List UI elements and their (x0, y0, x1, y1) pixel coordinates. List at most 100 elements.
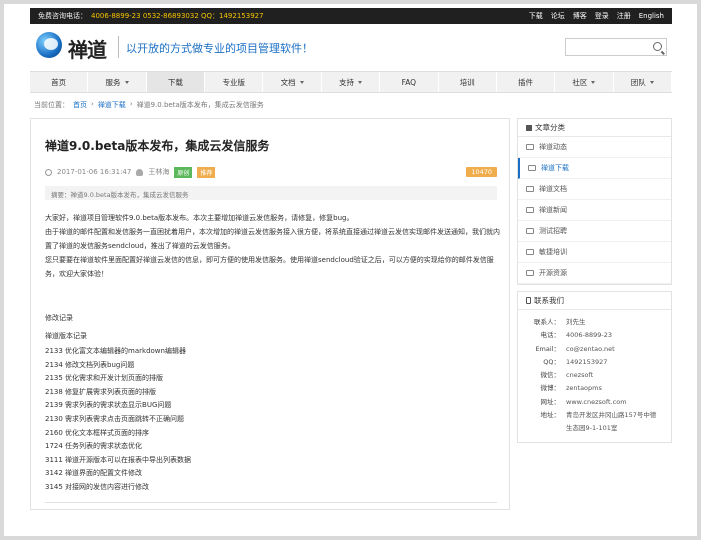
folder-icon (526, 186, 534, 192)
list-item: 1724 任务列表的需求状态优化 (45, 442, 143, 451)
main-nav: 首页 服务 下载 专业版 文档 支持 FAQ 培训 插件 社区 团队 (30, 71, 672, 93)
breadcrumb-sep: › (91, 100, 94, 108)
nav-download[interactable]: 下载 (146, 72, 206, 92)
logo-icon[interactable] (36, 32, 62, 58)
nav-support[interactable]: 支持 (322, 72, 381, 92)
nav-faq[interactable]: FAQ (380, 72, 439, 92)
sidebar-item-jobs[interactable]: 测试招聘 (518, 221, 671, 242)
list-item: 3142 禅道界面的配置文件修改 (45, 469, 143, 478)
nav-community[interactable]: 社区 (555, 72, 614, 92)
changelog-heading: 修改记录 (45, 314, 73, 322)
article-panel: 禅道9.0.beta版本发布，集成云发信服务 2017-01-06 16:31:… (30, 118, 510, 510)
nav-home[interactable]: 首页 (30, 72, 89, 92)
original-tag: 原创 (174, 166, 193, 178)
views-badge: 10470 (466, 167, 497, 177)
article-title: 禅道9.0.beta版本发布，集成云发信服务 (45, 139, 270, 153)
list-item: 2160 优化文本框样式页面的排序 (45, 428, 150, 437)
breadcrumb-current: 禅道9.0.beta版本发布，集成云发信服务 (136, 101, 264, 109)
sidebar-item-resources[interactable]: 开源资源 (518, 263, 671, 284)
contact-panel-title: 联系我们 (518, 292, 671, 310)
folder-icon (526, 144, 534, 150)
search-icon[interactable] (653, 42, 662, 51)
hotline-label: 免费咨询电话： (38, 12, 87, 20)
top-link-download[interactable]: 下载 (529, 11, 543, 21)
changelog-subheading: 禅道版本记录 (45, 332, 87, 340)
top-link-forum[interactable]: 论坛 (551, 11, 565, 21)
changelog-list: 2133 优化富文本编辑器的markdown编辑器 2134 修改文档列表bug… (45, 345, 191, 495)
contact-panel: 联系我们 联系人： 刘先生 电话： 4006-8899-23 Email： co@ze… (517, 291, 672, 443)
list-item: 2139 需求列表的需求状态显示BUG问题 (45, 401, 172, 410)
article-paragraph: 大家好，禅道项目管理软件9.0.beta版本发布。本次主要增加禅道云发信服务，请… (45, 214, 354, 222)
nav-service[interactable]: 服务 (88, 72, 147, 92)
recommend-button[interactable]: 推荐 (197, 166, 216, 178)
nav-pro[interactable]: 专业版 (205, 72, 264, 92)
sidebar-item-news[interactable]: 禅道动态 (518, 137, 671, 158)
sidebar-item-download[interactable]: 禅道下载 (518, 158, 671, 179)
list-icon (526, 124, 532, 131)
list-item: 2135 优化需求和开发计划页面的排版 (45, 374, 164, 383)
site-slogan: 以开放的方式做专业的项目管理软件！ (126, 42, 313, 55)
top-bar: 免费咨询电话： 4006-8899-23 0532-86893032 QQ：14… (30, 8, 672, 24)
contact-row: 生态园9-1-101室 (566, 424, 618, 433)
sidebar-item-docs[interactable]: 禅道文档 (518, 179, 671, 200)
breadcrumb-home[interactable]: 首页 (73, 100, 87, 110)
list-item: 2133 优化富文本编辑器的markdown编辑器 (45, 347, 186, 355)
top-links: 下载 论坛 博客 登录 注册 English (529, 11, 664, 21)
brand-divider (118, 36, 119, 58)
list-item: 2130 需求列表需求点击页面跳转不正确问题 (45, 414, 185, 423)
folder-icon (526, 228, 534, 234)
article-paragraph: 您只要要在禅道软件里面配置好禅道云发信的信息，即可方便的使用发信服务。使用禅道s… (45, 256, 494, 278)
nav-team[interactable]: 团队 (614, 72, 672, 92)
brand-name[interactable]: 禅道 (68, 34, 107, 63)
sidebar-item-press[interactable]: 禅道新闻 (518, 200, 671, 221)
article-body: 大家好，禅道项目管理软件9.0.beta版本发布。本次主要增加禅道云发信服务，请… (45, 211, 501, 281)
contact-row: QQ： 1492153927 (543, 357, 608, 366)
sidebar: 文章分类 禅道动态 禅道下载 禅道文档 禅道新闻 测试招聘 敏捷培训 开源资源 … (517, 118, 672, 449)
list-item: 3111 禅道开源版本可以在报表中导出列表数据 (45, 455, 192, 464)
site-header: 禅道 以开放的方式做专业的项目管理软件！ (30, 30, 672, 66)
breadcrumb-sep: › (129, 100, 133, 108)
sidebar-item-training[interactable]: 敏捷培训 (518, 242, 671, 263)
list-item: 3145 对接网的发信内容进行修改 (45, 482, 150, 491)
phone-icon (526, 297, 531, 304)
chevron-down-icon (299, 80, 304, 84)
breadcrumb: 当前位置： 首页 › 禅道下载 › 禅道9.0.beta版本发布，集成云发信服务 (34, 100, 264, 110)
article-summary: 摘要：禅道9.0.beta版本发布，集成云发信服务 (45, 186, 497, 200)
folder-icon (526, 249, 534, 255)
contact-row: 联系人： 刘先生 (534, 318, 586, 326)
hotline-number: 4006-8899-23 0532-86893032 QQ：1492153927 (91, 12, 264, 20)
chevron-down-icon (649, 80, 654, 84)
contact-row: Email： co@zentao.net (535, 344, 615, 353)
folder-icon (528, 165, 536, 171)
article-date: 2017-01-06 16:31:47 (57, 168, 132, 176)
contact-row: 电话： 4006-8899-23 (540, 331, 613, 340)
nav-training[interactable]: 培训 (439, 72, 497, 92)
folder-icon (526, 270, 534, 276)
divider (45, 502, 497, 503)
contact-row: 网址： www.cnezsoft.com (540, 397, 627, 406)
nav-docs[interactable]: 文档 (263, 72, 322, 92)
breadcrumb-label: 当前位置： (34, 101, 69, 109)
user-icon (136, 168, 144, 176)
top-link-login[interactable]: 登录 (595, 11, 609, 21)
category-panel-title: 文章分类 (518, 119, 671, 137)
clock-icon (45, 168, 52, 176)
list-item: 2134 修改文档列表bug问题 (45, 360, 135, 369)
top-link-english[interactable]: English (639, 12, 664, 20)
contact-row: 微信： cnezsoft (540, 371, 594, 380)
search-input[interactable] (565, 38, 667, 56)
category-panel: 文章分类 禅道动态 禅道下载 禅道文档 禅道新闻 测试招聘 敏捷培训 开源资源 (517, 118, 672, 285)
list-item: 2138 修复扩展需求列表页面的排版 (45, 387, 157, 396)
contact-row: 微博： zentaopms (540, 384, 602, 393)
contact-row: 地址： 青岛开发区井冈山路157号中德 (540, 411, 657, 420)
article-author: 王林海 (148, 168, 170, 176)
contact-list: 联系人： 刘先生 电话： 4006-8899-23 Email： co@zentao.… (518, 310, 671, 442)
chevron-down-icon (591, 80, 596, 84)
chevron-down-icon (357, 80, 362, 84)
nav-plugins[interactable]: 插件 (497, 72, 556, 92)
top-link-blog[interactable]: 博客 (573, 11, 587, 21)
article-meta: 2017-01-06 16:31:47 王林海 原创 推荐 10470 (45, 166, 497, 178)
article-paragraph: 由于禅道的邮件配置和发信服务一直困扰着用户，本次增加的禅道云发信服务接入很方便，… (45, 228, 500, 250)
breadcrumb-category[interactable]: 禅道下载 (98, 100, 126, 110)
top-link-register[interactable]: 注册 (617, 11, 631, 21)
